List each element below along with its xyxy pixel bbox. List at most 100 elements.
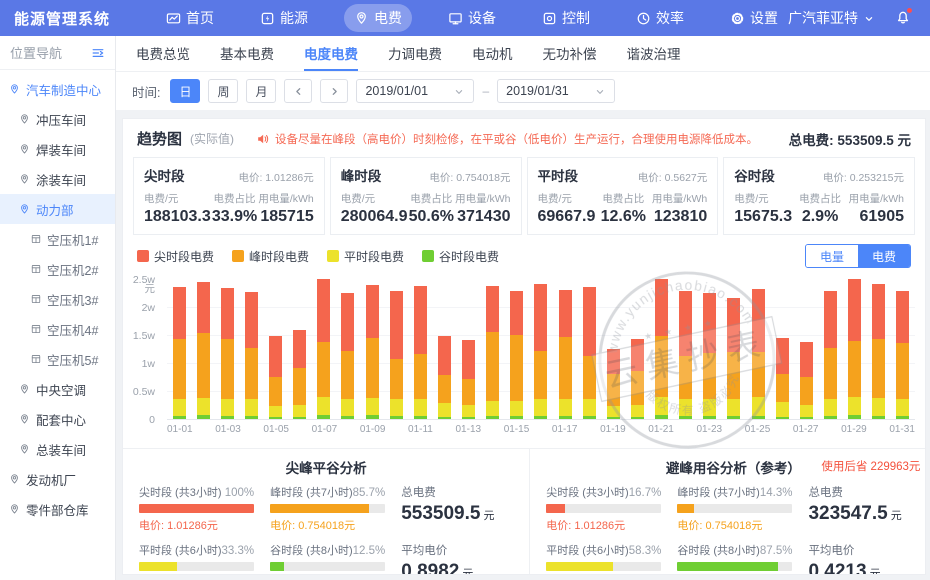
sidebar-item-5[interactable]: 空压机1# [0,224,115,254]
tab-3[interactable]: 力调电费 [388,36,442,71]
nav-item-device[interactable]: 设备 [438,4,506,32]
bar-01-12[interactable] [432,280,456,419]
bar-01-05[interactable] [264,280,288,419]
bar-01-09[interactable] [360,280,384,419]
bar-01-20[interactable] [625,280,649,419]
pin-icon [18,113,31,126]
legend-swatch [327,250,339,262]
bar-01-06[interactable] [288,280,312,419]
bar-01-04[interactable] [239,280,263,419]
tab-5[interactable]: 无功补偿 [543,36,597,71]
bar-01-19[interactable] [601,280,625,419]
panel0-total-1: 平均电价0.8982元 [401,542,513,575]
progress-bar [270,562,385,571]
bar-01-13[interactable] [457,280,481,419]
bar-01-29[interactable] [843,280,867,419]
panel1-total-0: 总电费323547.5元 [808,484,920,533]
nav-item-label: 首页 [186,8,214,28]
sidebar-item-12[interactable]: 总装车间 [0,434,115,464]
tab-2[interactable]: 电度电费 [304,36,358,71]
sidebar-item-0[interactable]: 汽车制造中心 [0,74,115,104]
start-date-picker[interactable]: 2019/01/01 [356,79,474,103]
machine-icon [30,353,42,365]
legend-item-3[interactable]: 谷时段电费 [422,248,499,265]
toggle-0[interactable]: 电量 [806,245,858,267]
bar-01-02[interactable] [191,280,215,419]
panel0-period-3: 谷时段 (共8小时)12.5%电价: 0.253215元 [270,542,385,575]
progress-bar [677,562,792,571]
bar-01-03[interactable] [215,280,239,419]
bar-01-28[interactable] [818,280,842,419]
nav-item-settings[interactable]: 设置 [720,4,788,32]
chart-legend: 尖时段电费 峰时段电费 平时段电费 谷时段电费 [137,248,499,265]
bar-01-21[interactable] [650,280,674,419]
panel1-period-3: 谷时段 (共8小时)87.5%电价: 0.253215元 [677,542,792,575]
bar-01-26[interactable] [770,280,794,419]
collapse-sidebar-icon[interactable] [91,46,105,60]
bar-01-31[interactable] [891,280,915,419]
legend-item-0[interactable]: 尖时段电费 [137,248,214,265]
sidebar-title: 位置导航 [10,43,62,62]
next-period-button[interactable] [320,79,348,103]
bar-01-11[interactable] [408,280,432,419]
sidebar-item-2[interactable]: 焊装车间 [0,134,115,164]
legend-swatch [137,250,149,262]
bar-01-27[interactable] [794,280,818,419]
bar-01-08[interactable] [336,280,360,419]
bar-01-22[interactable] [674,280,698,419]
sidebar-item-14[interactable]: 零件部仓库 [0,494,115,524]
bar-01-16[interactable] [529,280,553,419]
tab-1[interactable]: 基本电费 [220,36,274,71]
trend-card: 趋势图 (实际值) 设备尽量在峰段（高电价）时刻检修，在平或谷（低电价）生产运行… [122,118,926,575]
bar-01-18[interactable] [577,280,601,419]
device-icon [448,11,463,26]
pin-icon [8,503,21,516]
bar-01-24[interactable] [722,280,746,419]
sidebar-item-3[interactable]: 涂装车间 [0,164,115,194]
bar-01-23[interactable] [698,280,722,419]
notifications-button[interactable] [895,9,911,27]
stacked-bar-chart: 00.5w1w1.5w2w2.5w元 www.yunjichaobiao.com… [123,270,925,420]
nav-item-home[interactable]: 首页 [156,4,224,32]
end-date-picker[interactable]: 2019/01/31 [497,79,615,103]
sidebar-item-7[interactable]: 空压机3# [0,284,115,314]
pin-icon [18,383,31,396]
nav-item-efficiency[interactable]: 效率 [626,4,694,32]
gear-icon [730,11,745,26]
bar-01-01[interactable] [167,280,191,419]
legend-item-1[interactable]: 峰时段电费 [232,248,309,265]
bar-01-07[interactable] [312,280,336,419]
trend-subtitle: (实际值) [190,130,234,147]
org-switcher[interactable]: 广汽菲亚特 [788,8,875,28]
nav-item-fee[interactable]: 电费 [344,4,412,32]
bar-01-25[interactable] [746,280,770,419]
bar-01-10[interactable] [384,280,408,419]
sidebar-item-9[interactable]: 空压机5# [0,344,115,374]
legend-item-2[interactable]: 平时段电费 [327,248,404,265]
sidebar-item-6[interactable]: 空压机2# [0,254,115,284]
sidebar-item-8[interactable]: 空压机4# [0,314,115,344]
sidebar-item-11[interactable]: 配套中心 [0,404,115,434]
mode-button-2[interactable]: 月 [246,79,276,103]
total-fee: 总电费: 553509.5 元 [789,129,911,149]
bar-01-17[interactable] [553,280,577,419]
tab-6[interactable]: 谐波治理 [627,36,681,71]
mode-button-1[interactable]: 周 [208,79,238,103]
sidebar-item-1[interactable]: 冲压车间 [0,104,115,134]
sidebar-item-10[interactable]: 中央空调 [0,374,115,404]
prev-period-button[interactable] [284,79,312,103]
sidebar-item-4[interactable]: 动力部 [0,194,115,224]
nav-item-label: 设备 [468,8,496,28]
bar-01-30[interactable] [867,280,891,419]
nav-item-energy[interactable]: 能源 [250,4,318,32]
tab-4[interactable]: 电动机 [472,36,513,71]
sidebar-item-13[interactable]: 发动机厂 [0,464,115,494]
nav-item-control[interactable]: 控制 [532,4,600,32]
toggle-1[interactable]: 电费 [858,245,910,267]
bar-01-14[interactable] [481,280,505,419]
tab-0[interactable]: 电费总览 [136,36,190,71]
machine-icon [30,263,42,275]
bar-01-15[interactable] [505,280,529,419]
mode-button-0[interactable]: 日 [170,79,200,103]
pin-icon [8,473,21,486]
